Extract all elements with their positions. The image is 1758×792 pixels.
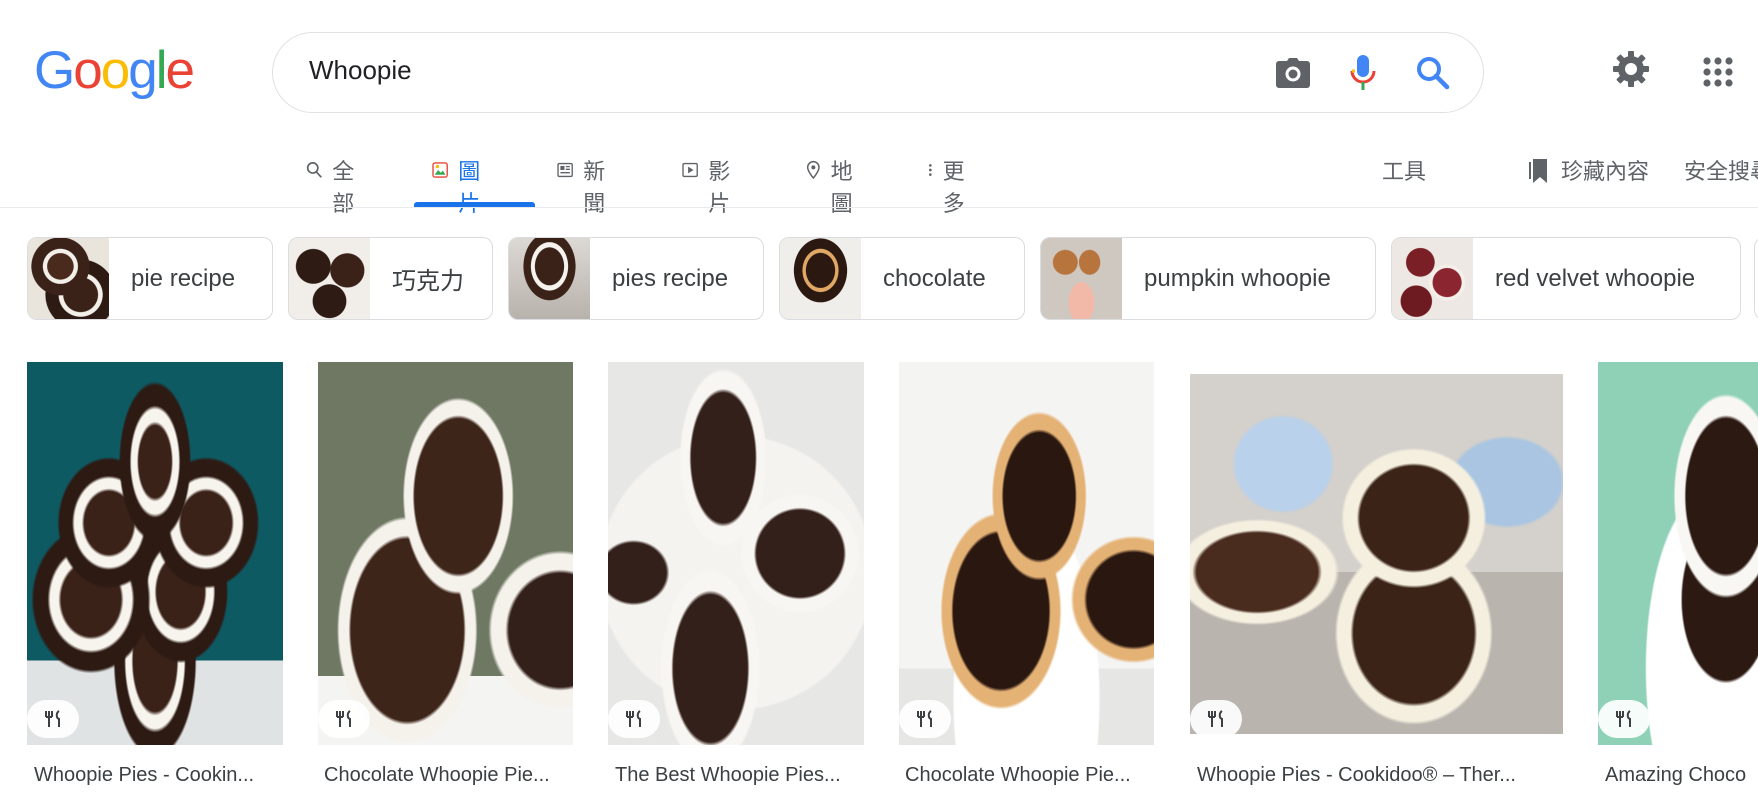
- tab-maps[interactable]: 地圖: [806, 150, 860, 216]
- result-image[interactable]: [1190, 374, 1563, 734]
- chip-thumbnail: [28, 238, 109, 319]
- google-logo[interactable]: Google: [34, 41, 195, 100]
- result-image[interactable]: [318, 362, 573, 745]
- settings-gear-icon[interactable]: [1612, 50, 1650, 93]
- microphone-icon[interactable]: [1343, 51, 1383, 95]
- chip-thumbnail: [780, 238, 861, 319]
- chip-pumpkin-whoopie[interactable]: pumpkin whoopie: [1040, 237, 1376, 320]
- chip-label: pies recipe: [612, 264, 729, 292]
- image-icon: [432, 162, 448, 178]
- recipe-utensils-icon: [626, 710, 641, 727]
- saved-label: 珍藏內容: [1561, 159, 1650, 184]
- logo-letter: G: [34, 41, 75, 100]
- result-image[interactable]: [27, 362, 283, 745]
- tab-label: 圖片: [458, 159, 481, 216]
- chip-label: 巧克力: [392, 268, 464, 295]
- result-image[interactable]: [899, 362, 1154, 745]
- logo-letter: l: [155, 41, 168, 100]
- recipe-utensils-icon: [336, 710, 351, 727]
- news-icon: [557, 162, 573, 178]
- result-title[interactable]: Amazing Choco: [1605, 764, 1758, 787]
- recipe-utensils-icon: [1616, 710, 1631, 727]
- result-image[interactable]: [1598, 362, 1758, 745]
- apps-grid-icon[interactable]: [1703, 57, 1733, 92]
- tab-images[interactable]: 圖片: [432, 150, 488, 216]
- chip-thumbnail: [1392, 238, 1473, 319]
- chip-label: chocolate: [883, 264, 986, 292]
- camera-icon[interactable]: [1273, 51, 1313, 95]
- recipe-utensils-icon: [45, 710, 60, 727]
- search-bar[interactable]: Whoopie: [272, 32, 1484, 113]
- chip-thumbnail: [289, 238, 370, 319]
- chip-label: pie recipe: [131, 264, 236, 292]
- video-icon: [682, 162, 698, 178]
- recipe-badge: [1190, 700, 1242, 738]
- search-icon: [306, 162, 322, 178]
- chip-overflow[interactable]: [1754, 237, 1758, 320]
- result-title[interactable]: Whoopie Pies - Cookin...: [34, 764, 279, 787]
- logo-letter: o: [73, 41, 103, 100]
- chip-pies-recipe[interactable]: pies recipe: [508, 237, 764, 320]
- tab-news[interactable]: 新聞: [557, 150, 613, 216]
- chip-chocolate[interactable]: chocolate: [779, 237, 1025, 320]
- recipe-badge: [608, 700, 660, 738]
- chip-thumbnail: [509, 238, 590, 319]
- bookmark-icon: [1529, 159, 1547, 183]
- result-title[interactable]: Whoopie Pies - Cookidoo® – Ther...: [1197, 764, 1562, 787]
- chip-label: red velvet whoopie: [1495, 264, 1696, 292]
- tools-button[interactable]: 工具: [1382, 154, 1426, 186]
- tab-label: 新聞: [583, 159, 606, 216]
- logo-letter: o: [100, 41, 131, 100]
- tab-label: 全部: [332, 159, 355, 216]
- tab-more[interactable]: 更多: [928, 150, 968, 216]
- header-divider: [0, 207, 1758, 208]
- search-input[interactable]: Whoopie: [309, 55, 412, 86]
- tab-label: 影片: [708, 159, 731, 216]
- map-pin-icon: [806, 160, 820, 180]
- chip-label: pumpkin whoopie: [1144, 264, 1331, 292]
- chip-chocolate-zh[interactable]: 巧克力: [288, 237, 493, 320]
- more-vertical-icon: [928, 164, 932, 176]
- result-image[interactable]: [608, 362, 864, 745]
- search-icon[interactable]: [1413, 51, 1453, 95]
- tab-videos[interactable]: 影片: [682, 150, 738, 216]
- recipe-badge: [318, 700, 370, 738]
- tab-label: 地圖: [830, 159, 853, 216]
- result-title[interactable]: The Best Whoopie Pies...: [615, 764, 863, 787]
- logo-letter: g: [128, 41, 158, 100]
- chip-thumbnail: [1041, 238, 1122, 319]
- tab-label: 更多: [942, 159, 965, 216]
- result-title[interactable]: Chocolate Whoopie Pie...: [905, 764, 1153, 787]
- result-title[interactable]: Chocolate Whoopie Pie...: [324, 764, 572, 787]
- recipe-badge: [899, 700, 951, 738]
- chip-red-velvet-whoopie[interactable]: red velvet whoopie: [1391, 237, 1741, 320]
- tab-all[interactable]: 全部: [306, 150, 362, 216]
- saved-button[interactable]: 珍藏內容: [1527, 154, 1649, 186]
- safe-search-button[interactable]: 安全搜尋: [1684, 154, 1758, 186]
- recipe-utensils-icon: [917, 710, 932, 727]
- chip-pie-recipe[interactable]: pie recipe: [27, 237, 273, 320]
- logo-letter: e: [165, 41, 195, 100]
- recipe-badge: [1598, 700, 1650, 738]
- recipe-badge: [27, 700, 79, 738]
- recipe-utensils-icon: [1208, 710, 1223, 727]
